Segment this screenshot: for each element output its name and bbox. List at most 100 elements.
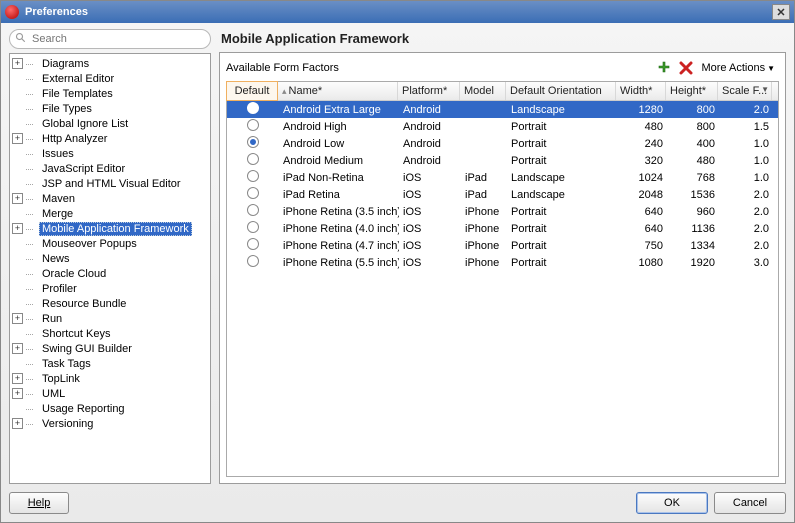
expand-icon[interactable]: + <box>12 343 23 354</box>
expand-icon[interactable]: + <box>12 373 23 384</box>
cell-height: 768 <box>667 172 719 184</box>
chevron-down-icon[interactable]: ▼ <box>761 85 769 94</box>
cell-default[interactable] <box>227 187 279 202</box>
delete-button[interactable] <box>677 59 695 77</box>
table-row[interactable]: Android MediumAndroidPortrait3204801.0 <box>227 152 778 169</box>
tree-item[interactable]: ····News <box>10 251 210 266</box>
category-tree[interactable]: +····Diagrams····External Editor····File… <box>9 53 211 484</box>
expand-spacer <box>12 118 23 129</box>
table-row[interactable]: iPad Non-RetinaiOSiPadLandscape10247681.… <box>227 169 778 186</box>
expand-spacer <box>12 328 23 339</box>
table-row[interactable]: iPhone Retina (5.5 inch)iOSiPhonePortrai… <box>227 254 778 271</box>
tree-item[interactable]: ····Issues <box>10 146 210 161</box>
expand-icon[interactable]: + <box>12 313 23 324</box>
cell-scale: 3.0 <box>719 257 773 269</box>
tree-connector: ···· <box>25 164 37 174</box>
cell-default[interactable] <box>227 136 279 151</box>
table-row[interactable]: iPhone Retina (4.7 inch)iOSiPhonePortrai… <box>227 237 778 254</box>
tree-item[interactable]: ····JSP and HTML Visual Editor <box>10 176 210 191</box>
col-scale[interactable]: Scale F...▼ <box>718 82 772 100</box>
table-row[interactable]: iPhone Retina (4.0 inch)iOSiPhonePortrai… <box>227 220 778 237</box>
expand-icon[interactable]: + <box>12 418 23 429</box>
col-width[interactable]: Width* <box>616 82 666 100</box>
tree-item[interactable]: ····Mouseover Popups <box>10 236 210 251</box>
default-radio[interactable] <box>247 170 259 182</box>
default-radio[interactable] <box>247 221 259 233</box>
expand-icon[interactable]: + <box>12 388 23 399</box>
col-orientation[interactable]: Default Orientation <box>506 82 616 100</box>
tree-item[interactable]: ····Global Ignore List <box>10 116 210 131</box>
tree-item[interactable]: ····JavaScript Editor <box>10 161 210 176</box>
tree-item[interactable]: ····Shortcut Keys <box>10 326 210 341</box>
cell-default[interactable] <box>227 102 279 117</box>
default-radio[interactable] <box>247 153 259 165</box>
tree-item[interactable]: +····Run <box>10 311 210 326</box>
table-row[interactable]: Android HighAndroidPortrait4808001.5 <box>227 118 778 135</box>
cell-default[interactable] <box>227 119 279 134</box>
cell-default[interactable] <box>227 170 279 185</box>
col-height[interactable]: Height* <box>666 82 718 100</box>
tree-item[interactable]: +····Diagrams <box>10 56 210 71</box>
tree-item[interactable]: ····Profiler <box>10 281 210 296</box>
col-platform[interactable]: Platform* <box>398 82 460 100</box>
tree-connector: ···· <box>25 224 37 234</box>
default-radio[interactable] <box>247 102 259 114</box>
expand-icon[interactable]: + <box>12 58 23 69</box>
default-radio[interactable] <box>247 255 259 267</box>
close-icon[interactable]: ✕ <box>772 4 790 20</box>
tree-item-label: News <box>39 253 73 265</box>
default-radio[interactable] <box>247 204 259 216</box>
help-button[interactable]: Help <box>9 492 69 514</box>
default-radio[interactable] <box>247 187 259 199</box>
default-radio[interactable] <box>247 136 259 148</box>
cell-default[interactable] <box>227 204 279 219</box>
cell-width: 1280 <box>617 104 667 116</box>
cell-default[interactable] <box>227 221 279 236</box>
table-row[interactable]: iPhone Retina (3.5 inch)iOSiPhonePortrai… <box>227 203 778 220</box>
cell-orientation: Portrait <box>507 240 617 252</box>
tree-item[interactable]: +····TopLink <box>10 371 210 386</box>
tree-item[interactable]: ····File Types <box>10 101 210 116</box>
tree-item[interactable]: ····File Templates <box>10 86 210 101</box>
tree-item[interactable]: +····Mobile Application Framework <box>10 221 210 236</box>
tree-item[interactable]: ····Task Tags <box>10 356 210 371</box>
tree-item[interactable]: ····External Editor <box>10 71 210 86</box>
cell-width: 240 <box>617 138 667 150</box>
table-row[interactable]: Android LowAndroidPortrait2404001.0 <box>227 135 778 152</box>
tree-item[interactable]: ····Usage Reporting <box>10 401 210 416</box>
expand-icon[interactable]: + <box>12 133 23 144</box>
add-button[interactable] <box>655 59 673 77</box>
table-body[interactable]: Android Extra LargeAndroidLandscape12808… <box>227 101 778 476</box>
tree-item[interactable]: +····Http Analyzer <box>10 131 210 146</box>
tree-item-label: Issues <box>39 148 77 160</box>
tree-item[interactable]: ····Resource Bundle <box>10 296 210 311</box>
cell-default[interactable] <box>227 255 279 270</box>
more-actions-button[interactable]: More Actions ▼ <box>697 62 779 74</box>
cancel-button[interactable]: Cancel <box>714 492 786 514</box>
default-radio[interactable] <box>247 119 259 131</box>
tree-item-label: Swing GUI Builder <box>39 343 135 355</box>
tree-connector: ···· <box>25 134 37 144</box>
table-row[interactable]: Android Extra LargeAndroidLandscape12808… <box>227 101 778 118</box>
tree-item[interactable]: ····Merge <box>10 206 210 221</box>
tree-item[interactable]: +····UML <box>10 386 210 401</box>
tree-connector: ···· <box>25 419 37 429</box>
cell-default[interactable] <box>227 238 279 253</box>
tree-item[interactable]: +····Swing GUI Builder <box>10 341 210 356</box>
expand-icon[interactable]: + <box>12 223 23 234</box>
tree-item[interactable]: +····Versioning <box>10 416 210 431</box>
tree-item[interactable]: +····Maven <box>10 191 210 206</box>
col-name[interactable]: Name* <box>278 82 398 100</box>
expand-icon[interactable]: + <box>12 193 23 204</box>
search-icon <box>15 32 27 44</box>
default-radio[interactable] <box>247 238 259 250</box>
cell-platform: Android <box>399 138 461 150</box>
tree-item[interactable]: ····Oracle Cloud <box>10 266 210 281</box>
cell-default[interactable] <box>227 153 279 168</box>
ok-button[interactable]: OK <box>636 492 708 514</box>
table-row[interactable]: iPad RetinaiOSiPadLandscape204815362.0 <box>227 186 778 203</box>
col-model[interactable]: Model <box>460 82 506 100</box>
col-default[interactable]: Default <box>226 81 278 101</box>
cell-height: 800 <box>667 104 719 116</box>
search-input[interactable] <box>9 29 211 49</box>
